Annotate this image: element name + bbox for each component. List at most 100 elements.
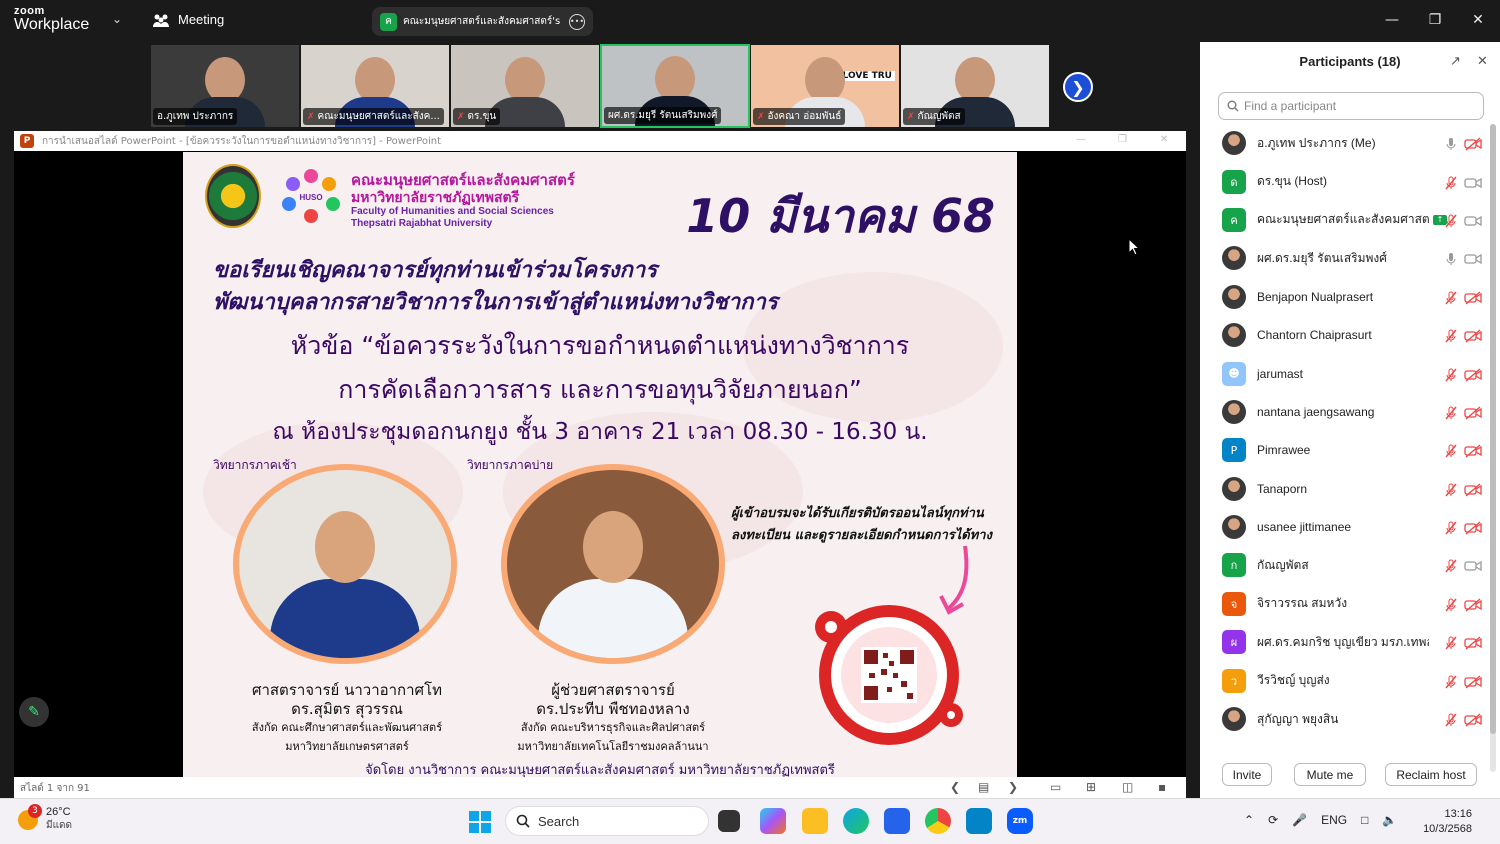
more-options-icon[interactable]: ••• bbox=[569, 13, 585, 30]
microsoft-store-icon[interactable] bbox=[884, 808, 910, 834]
slideshow-view-icon[interactable]: ▪ bbox=[1158, 780, 1166, 794]
windows-start-icon[interactable] bbox=[469, 811, 491, 833]
edge-browser-icon[interactable] bbox=[843, 808, 869, 834]
camera-off-icon[interactable] bbox=[1464, 712, 1482, 727]
participant-row[interactable]: จ จิราวรรณ สมหวัง bbox=[1218, 585, 1488, 623]
participant-row[interactable]: อ.ภูเทพ ประภากร (Me) bbox=[1218, 124, 1488, 162]
mic-muted-icon[interactable] bbox=[1444, 367, 1458, 381]
mic-muted-icon[interactable] bbox=[1444, 213, 1458, 228]
slide-menu-icon[interactable]: ▤ bbox=[978, 780, 989, 794]
participant-search-input[interactable] bbox=[1244, 99, 1474, 113]
camera-off-icon[interactable] bbox=[1464, 328, 1482, 343]
sync-icon[interactable]: ⟳ bbox=[1268, 813, 1278, 827]
chrome-browser-icon[interactable] bbox=[925, 808, 951, 834]
video-tile[interactable]: ผศ.ดร.มยุรี รัตนเสริมพงศ์ bbox=[600, 44, 750, 128]
mute-me-button[interactable]: Mute me bbox=[1294, 763, 1366, 786]
camera-off-icon[interactable] bbox=[1464, 405, 1482, 420]
close-button[interactable]: ✕ bbox=[1463, 8, 1493, 32]
participant-row[interactable]: ว วีรวิชญ์ บุญส่ง bbox=[1218, 661, 1488, 699]
participant-row[interactable]: ผ ผศ.ดร.คมกริช บุญเขียว มรภ.เทพสตรี bbox=[1218, 623, 1488, 661]
camera-off-icon[interactable] bbox=[1464, 367, 1482, 382]
mic-muted-icon[interactable] bbox=[1444, 175, 1458, 190]
participant-row[interactable]: usanee jittimanee bbox=[1218, 508, 1488, 546]
maximize-button[interactable]: ❐ bbox=[1420, 8, 1450, 32]
slide-sorter-icon[interactable]: ⊞ bbox=[1086, 780, 1096, 794]
camera-on-icon[interactable] bbox=[1464, 251, 1482, 265]
close-panel-icon[interactable]: ✕ bbox=[1477, 54, 1488, 69]
pop-out-icon[interactable]: ↗ bbox=[1450, 54, 1461, 69]
camera-off-icon[interactable] bbox=[1464, 290, 1482, 305]
mic-on-icon[interactable] bbox=[1444, 251, 1458, 266]
participant-search[interactable] bbox=[1218, 92, 1484, 120]
ppt-maximize-icon[interactable]: ❐ bbox=[1118, 134, 1127, 145]
video-tile[interactable]: ✗ ดร.ขุน bbox=[450, 44, 600, 128]
video-tile[interactable]: I LOVE TRU ✗ อังคณา อ่อมพันธ์ bbox=[750, 44, 900, 128]
camera-off-icon[interactable] bbox=[1464, 136, 1482, 151]
camera-on-icon[interactable] bbox=[1464, 175, 1482, 189]
participant-row[interactable]: P Pimrawee bbox=[1218, 431, 1488, 469]
previous-slide-icon[interactable]: ❮ bbox=[950, 780, 960, 794]
video-tile[interactable]: ✗ คณะมนุษยศาสตร์และสังค... bbox=[300, 44, 450, 128]
chevron-down-icon[interactable]: ⌄ bbox=[112, 12, 122, 26]
weather-widget[interactable]: 3 26°C มีแดด bbox=[18, 803, 72, 833]
participant-row[interactable]: Chantorn Chaiprasurt bbox=[1218, 316, 1488, 354]
network-icon[interactable]: □ bbox=[1361, 813, 1368, 827]
language-indicator[interactable]: ENG bbox=[1321, 813, 1347, 827]
participant-row[interactable]: Tanaporn bbox=[1218, 470, 1488, 508]
reading-view-icon[interactable]: ◫ bbox=[1122, 780, 1133, 794]
taskbar-search[interactable]: Search bbox=[505, 806, 709, 836]
screen-share-indicator[interactable]: ค คณะมนุษยศาสตร์และสังคมศาสตร์'s sc ••• bbox=[372, 7, 593, 36]
mic-muted-icon[interactable] bbox=[1444, 328, 1458, 343]
chevron-up-icon[interactable]: ⌃ bbox=[1244, 813, 1254, 827]
mic-muted-icon[interactable] bbox=[1444, 635, 1458, 650]
mic-muted-icon[interactable] bbox=[1444, 482, 1458, 497]
volume-icon[interactable]: 🔈 bbox=[1382, 813, 1397, 827]
ppt-close-icon[interactable]: ✕ bbox=[1160, 134, 1168, 145]
reclaim-host-button[interactable]: Reclaim host bbox=[1385, 763, 1477, 786]
system-clock[interactable]: 13:16 10/3/2568 bbox=[1423, 807, 1472, 837]
participant-row[interactable]: nantana jaengsawang bbox=[1218, 393, 1488, 431]
participant-row[interactable]: ผศ.ดร.มยุรี รัตนเสริมพงศ์ bbox=[1218, 239, 1488, 277]
minimize-button[interactable]: — bbox=[1377, 8, 1407, 32]
participant-row[interactable]: ☻ jarumast bbox=[1218, 354, 1488, 392]
panel-scrollbar[interactable] bbox=[1490, 124, 1496, 772]
camera-on-icon[interactable] bbox=[1464, 213, 1482, 227]
mic-muted-icon[interactable] bbox=[1444, 712, 1458, 727]
mic-muted-icon[interactable] bbox=[1444, 558, 1458, 573]
next-page-arrow-icon[interactable]: ❯ bbox=[1063, 72, 1093, 102]
normal-view-icon[interactable]: ▭ bbox=[1050, 780, 1061, 794]
task-view-icon[interactable] bbox=[718, 810, 740, 832]
copilot-icon[interactable] bbox=[760, 808, 786, 834]
mic-muted-icon[interactable] bbox=[1444, 674, 1458, 689]
mic-on-icon[interactable] bbox=[1444, 136, 1458, 151]
zoom-workplace-logo[interactable]: zoom Workplace bbox=[14, 6, 89, 33]
camera-off-icon[interactable] bbox=[1464, 520, 1482, 535]
participant-row[interactable]: สุกัญญา พยุงสิน bbox=[1218, 700, 1488, 738]
camera-on-icon[interactable] bbox=[1464, 558, 1482, 572]
invite-button[interactable]: Invite bbox=[1222, 763, 1272, 786]
zoom-app-icon[interactable]: zm bbox=[1007, 808, 1033, 834]
participant-row[interactable]: ก กัณญพัตส bbox=[1218, 546, 1488, 584]
camera-off-icon[interactable] bbox=[1464, 443, 1482, 458]
mic-muted-icon[interactable] bbox=[1444, 405, 1458, 420]
mic-muted-icon[interactable] bbox=[1444, 443, 1458, 458]
camera-off-icon[interactable] bbox=[1464, 674, 1482, 689]
video-tile[interactable]: ✗ กัณญพัตส bbox=[900, 44, 1050, 128]
next-slide-icon[interactable]: ❯ bbox=[1008, 780, 1018, 794]
photos-app-icon[interactable] bbox=[966, 808, 992, 834]
camera-off-icon[interactable] bbox=[1464, 597, 1482, 612]
video-tile[interactable]: อ.ภูเทพ ประภากร bbox=[150, 44, 300, 128]
mic-muted-icon[interactable] bbox=[1444, 520, 1458, 535]
mic-muted-icon[interactable] bbox=[1444, 597, 1458, 612]
annotate-pen-icon[interactable]: ✎ bbox=[19, 697, 49, 727]
participant-row[interactable]: Benjapon Nualprasert bbox=[1218, 278, 1488, 316]
mic-muted-icon[interactable] bbox=[1444, 290, 1458, 305]
microphone-icon[interactable]: 🎤 bbox=[1292, 813, 1307, 827]
participant-row[interactable]: ด ดร.ขุน (Host) bbox=[1218, 162, 1488, 200]
participant-row[interactable]: คคณะมนุษยศาสตร์และสังคมศาสตร์ ↑ bbox=[1218, 201, 1488, 239]
camera-off-icon[interactable] bbox=[1464, 635, 1482, 650]
camera-off-icon[interactable] bbox=[1464, 482, 1482, 497]
meeting-menu-button[interactable]: Meeting bbox=[152, 12, 224, 27]
ppt-minimize-icon[interactable]: — bbox=[1076, 134, 1086, 145]
file-explorer-icon[interactable] bbox=[802, 808, 828, 834]
